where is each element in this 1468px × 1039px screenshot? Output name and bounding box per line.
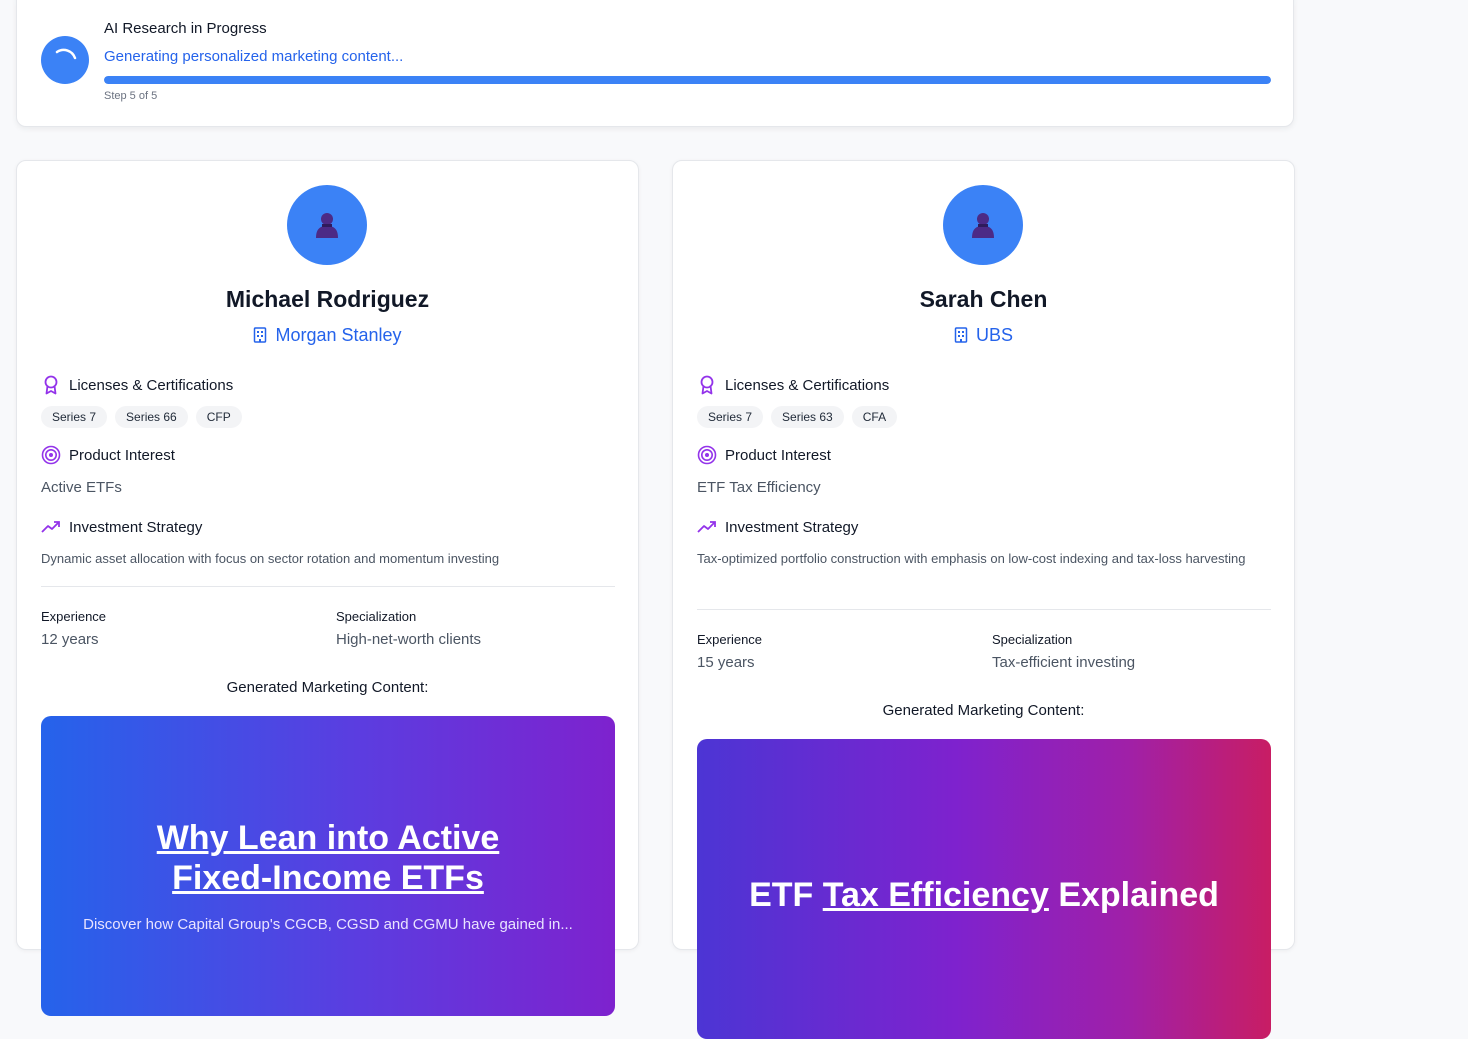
licenses-heading: Licenses & Certifications [697,375,889,395]
progress-title: AI Research in Progress [104,20,267,37]
user-icon [943,185,1023,265]
divider [41,586,615,587]
building-icon [254,327,267,343]
advisor-name: Michael Rodriguez [225,286,430,312]
progress-bar [104,76,1271,84]
specialization-value: Tax-efficient investing [992,654,1136,671]
product-interest-heading-label: Product Interest [69,446,175,464]
licenses-heading-label: Licenses & Certifications [69,376,234,394]
advisor-firm-label: UBS [975,325,1013,345]
marketing-headline-prefix: ETF [749,876,823,914]
experience-label: Experience [697,632,763,647]
marketing-headline-line1[interactable]: Why Lean into Active [157,819,500,857]
specialization-label: Specialization [992,632,1073,647]
licenses-list: Series 7 Series 66 CFP [41,406,242,428]
license-badge: Series 7 [41,406,108,428]
investment-strategy-heading: Investment Strategy [41,517,202,537]
license-badge: CFA [851,406,898,428]
target-icon [697,445,717,465]
generated-content-label: Generated Marketing Content: [882,702,1085,719]
product-interest-heading: Product Interest [41,445,175,465]
research-progress-card: AI Research in Progress Generating perso… [16,0,1294,127]
award-icon [41,375,61,395]
divider [697,609,1271,610]
marketing-headline[interactable]: ETF Tax Efficiency Explained [697,875,1271,915]
trending-up-icon [697,517,717,537]
license-badge: Series 63 [771,406,844,428]
product-interest-heading: Product Interest [697,445,831,465]
advisor-firm[interactable]: UBS [673,325,1294,346]
building-icon [954,327,968,343]
advisor-firm[interactable]: Morgan Stanley [17,325,638,346]
advisor-card: Michael Rodriguez Morgan Stanley License… [16,160,639,1016]
product-interest-value: ETF Tax Efficiency [697,479,821,496]
specialization-label: Specialization [336,609,417,624]
investment-strategy-text: Tax-optimized portfolio construction wit… [697,551,1246,566]
progress-subtitle: Generating personalized marketing conten… [104,48,404,65]
investment-strategy-heading-label: Investment Strategy [725,518,859,536]
advisor-card: Sarah Chen UBS Licenses & Certifications… [672,160,1295,1039]
licenses-list: Series 7 Series 63 CFA [697,406,898,428]
marketing-headline-line2[interactable]: Fixed-Income ETFs [172,859,484,897]
marketing-content-banner: ETF Tax Efficiency Explained [697,739,1271,1039]
marketing-content-banner: Why Lean into Active Fixed-Income ETFs D… [41,716,615,1016]
spinner-icon [41,36,89,84]
progress-step: Step 5 of 5 [104,90,158,102]
generated-content-label: Generated Marketing Content: [226,679,429,696]
licenses-heading-label: Licenses & Certifications [725,376,890,394]
experience-label: Experience [41,609,107,624]
advisor-name: Sarah Chen [919,286,1048,312]
investment-strategy-heading-label: Investment Strategy [69,518,203,536]
license-badge: Series 7 [697,406,764,428]
user-icon [287,185,367,265]
investment-strategy-heading: Investment Strategy [697,517,858,537]
marketing-headline-link[interactable]: Tax Efficiency [823,876,1049,914]
product-interest-value: Active ETFs [41,479,122,496]
license-badge: Series 66 [115,406,188,428]
marketing-headline-suffix: Explained [1048,876,1219,914]
target-icon [41,445,61,465]
award-icon [697,375,717,395]
license-badge: CFP [195,406,242,428]
investment-strategy-text: Dynamic asset allocation with focus on s… [41,551,500,566]
progress-bar-fill [104,76,1271,84]
product-interest-heading-label: Product Interest [725,446,831,464]
advisor-firm-label: Morgan Stanley [275,325,402,345]
marketing-subheadline: Discover how Capital Group's CGCB, CGSD … [83,916,573,933]
experience-value: 12 years [41,631,99,648]
experience-value: 15 years [697,654,755,671]
specialization-value: High-net-worth clients [336,631,482,648]
trending-up-icon [41,517,61,537]
marketing-headline[interactable]: Why Lean into Active Fixed-Income ETFs [41,818,615,898]
licenses-heading: Licenses & Certifications [41,375,233,395]
